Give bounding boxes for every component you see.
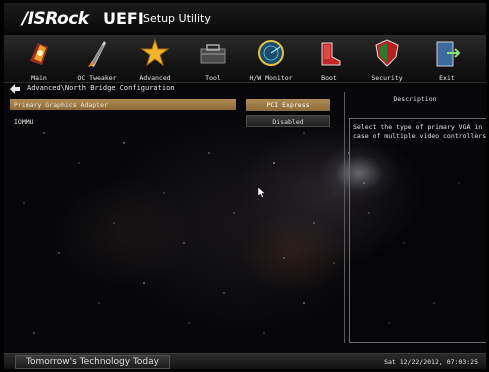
back-arrow-icon[interactable] (10, 84, 20, 94)
radar-icon (258, 40, 284, 66)
nav-label: Security (371, 74, 403, 82)
setting-label-primary-graphics-adapter[interactable]: Primary Graphics Adapter (14, 101, 108, 109)
nav-tab-tool[interactable]: Tool (184, 35, 242, 83)
nav-label: Boot (321, 74, 337, 82)
brand-logo: /ISRock (22, 9, 89, 29)
nav-tab-main[interactable]: Main (10, 35, 68, 83)
breadcrumb-path: Advanced\North Bridge Configuration (27, 84, 175, 92)
nav-label: Tool (205, 74, 221, 82)
mouse-cursor-icon (258, 187, 266, 198)
nav-label: H/W Monitor (249, 74, 293, 82)
main-nav: Main OC Tweaker Advanced Tool H/W Monito… (4, 35, 486, 83)
nav-tab-security[interactable]: Security (358, 35, 416, 83)
uefi-label: UEFI (103, 9, 144, 28)
nav-tab-advanced[interactable]: Advanced (126, 35, 184, 83)
nav-tab-exit[interactable]: Exit (418, 35, 476, 83)
main-icon (30, 43, 48, 65)
shield-icon (375, 39, 399, 67)
description-text: Select the type of primary VGA in case o… (353, 123, 486, 140)
toolbox-icon (200, 44, 226, 64)
nav-label: Main (31, 74, 47, 82)
description-box: Select the type of primary VGA in case o… (349, 118, 486, 343)
nav-tab-hw-monitor[interactable]: H/W Monitor (242, 35, 300, 83)
nav-label: Exit (439, 74, 455, 82)
uefi-screen: /ISRock UEFI Setup Utility Main OC Tweak… (4, 3, 486, 369)
rocket-icon (88, 41, 106, 67)
system-datetime: Sat 12/22/2012, 07:03:25 (384, 358, 478, 366)
star-icon (140, 38, 170, 67)
setting-value-iommu[interactable]: Disabled (246, 115, 330, 127)
nav-label: OC Tweaker (77, 74, 117, 82)
footer-bar: Tomorrow's Technology Today Sat 12/22/20… (4, 353, 486, 369)
nav-label: Advanced (139, 74, 171, 82)
nav-tab-oc-tweaker[interactable]: OC Tweaker (68, 35, 126, 83)
setting-label-iommu[interactable]: IOMMU (14, 118, 34, 126)
header-bar: /ISRock UEFI Setup Utility (4, 3, 486, 33)
nav-tab-boot[interactable]: Boot (300, 35, 358, 83)
boot-icon (321, 42, 341, 66)
description-panel: Description Select the type of primary V… (344, 92, 486, 343)
description-title: Description (393, 95, 437, 103)
footer-tagline: Tomorrow's Technology Today (15, 355, 170, 369)
app-title: Setup Utility (143, 12, 211, 25)
setting-value-primary-graphics-adapter[interactable]: PCI Express (246, 99, 330, 111)
exit-door-icon (436, 41, 461, 67)
